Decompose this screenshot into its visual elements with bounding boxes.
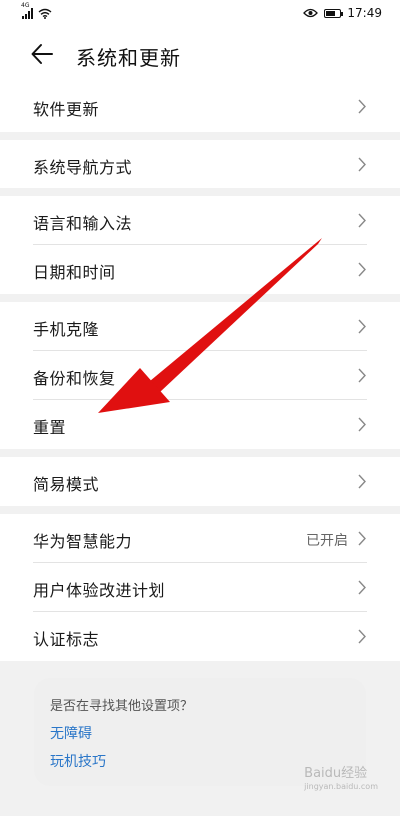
settings-item-label: 用户体验改进计划 (33, 581, 166, 600)
settings-group: 语言和输入法 日期和时间 (0, 196, 400, 294)
settings-item-software-update[interactable]: 软件更新 (0, 82, 400, 131)
chevron-right-icon (358, 319, 366, 334)
settings-item-phone-clone[interactable]: 手机克隆 (0, 302, 400, 351)
settings-item-huawei-ai[interactable]: 华为智慧能力 已开启 (0, 514, 400, 563)
settings-item-certification[interactable]: 认证标志 (0, 612, 400, 661)
eye-icon (303, 8, 319, 18)
back-button[interactable] (30, 42, 58, 68)
settings-item-label: 日期和时间 (33, 263, 116, 282)
chevron-right-icon (358, 580, 366, 595)
chevron-right-icon (358, 99, 366, 114)
page-title: 系统和更新 (76, 46, 181, 70)
chevron-right-icon (358, 417, 366, 432)
settings-item-label: 简易模式 (33, 475, 100, 494)
settings-item-label: 认证标志 (33, 630, 100, 649)
settings-item-simple-mode[interactable]: 简易模式 (0, 457, 400, 506)
chevron-right-icon (358, 213, 366, 228)
status-bar: 4G 17:49 (0, 0, 400, 30)
network-type-label: 4G (21, 2, 30, 9)
settings-group: 简易模式 (0, 457, 400, 506)
settings-item-date-time[interactable]: 日期和时间 (0, 245, 400, 294)
watermark-text: Baidu经验 (304, 766, 368, 781)
link-accessibility[interactable]: 无障碍 (50, 723, 92, 743)
link-tips[interactable]: 玩机技巧 (50, 751, 106, 771)
chevron-right-icon (358, 262, 366, 277)
settings-item-label: 重置 (33, 418, 67, 437)
wifi-icon (38, 8, 52, 19)
signal-icon: 4G (21, 2, 33, 19)
settings-item-label: 语言和输入法 (33, 214, 133, 233)
settings-item-value: 已开启 (306, 533, 348, 549)
settings-item-navigation[interactable]: 系统导航方式 (0, 140, 400, 189)
settings-item-user-experience[interactable]: 用户体验改进计划 (0, 563, 400, 612)
settings-group: 软件更新 (0, 82, 400, 132)
settings-item-label: 手机克隆 (33, 320, 100, 339)
watermark: Baidu经验 jingyan.baidu.com (304, 762, 378, 791)
settings-item-label: 软件更新 (33, 100, 100, 119)
settings-item-reset[interactable]: 重置 (0, 400, 400, 449)
watermark-subtext: jingyan.baidu.com (304, 782, 378, 791)
settings-group: 系统导航方式 (0, 140, 400, 188)
settings-item-language-input[interactable]: 语言和输入法 (0, 196, 400, 245)
status-time: 17:49 (347, 6, 382, 20)
back-arrow-icon (31, 44, 53, 64)
settings-item-label: 华为智慧能力 (33, 532, 133, 551)
chevron-right-icon (358, 157, 366, 172)
suggestion-question: 是否在寻找其他设置项？ (50, 699, 194, 714)
settings-group: 手机克隆 备份和恢复 重置 (0, 302, 400, 449)
chevron-right-icon (358, 531, 366, 546)
settings-item-backup-restore[interactable]: 备份和恢复 (0, 351, 400, 400)
settings-item-label: 系统导航方式 (33, 158, 133, 177)
chevron-right-icon (358, 629, 366, 644)
battery-icon (324, 8, 344, 18)
chevron-right-icon (358, 368, 366, 383)
settings-item-label: 备份和恢复 (33, 369, 116, 388)
settings-group: 华为智慧能力 已开启 用户体验改进计划 认证标志 (0, 514, 400, 661)
app-header: 系统和更新 (0, 30, 400, 82)
chevron-right-icon (358, 474, 366, 489)
